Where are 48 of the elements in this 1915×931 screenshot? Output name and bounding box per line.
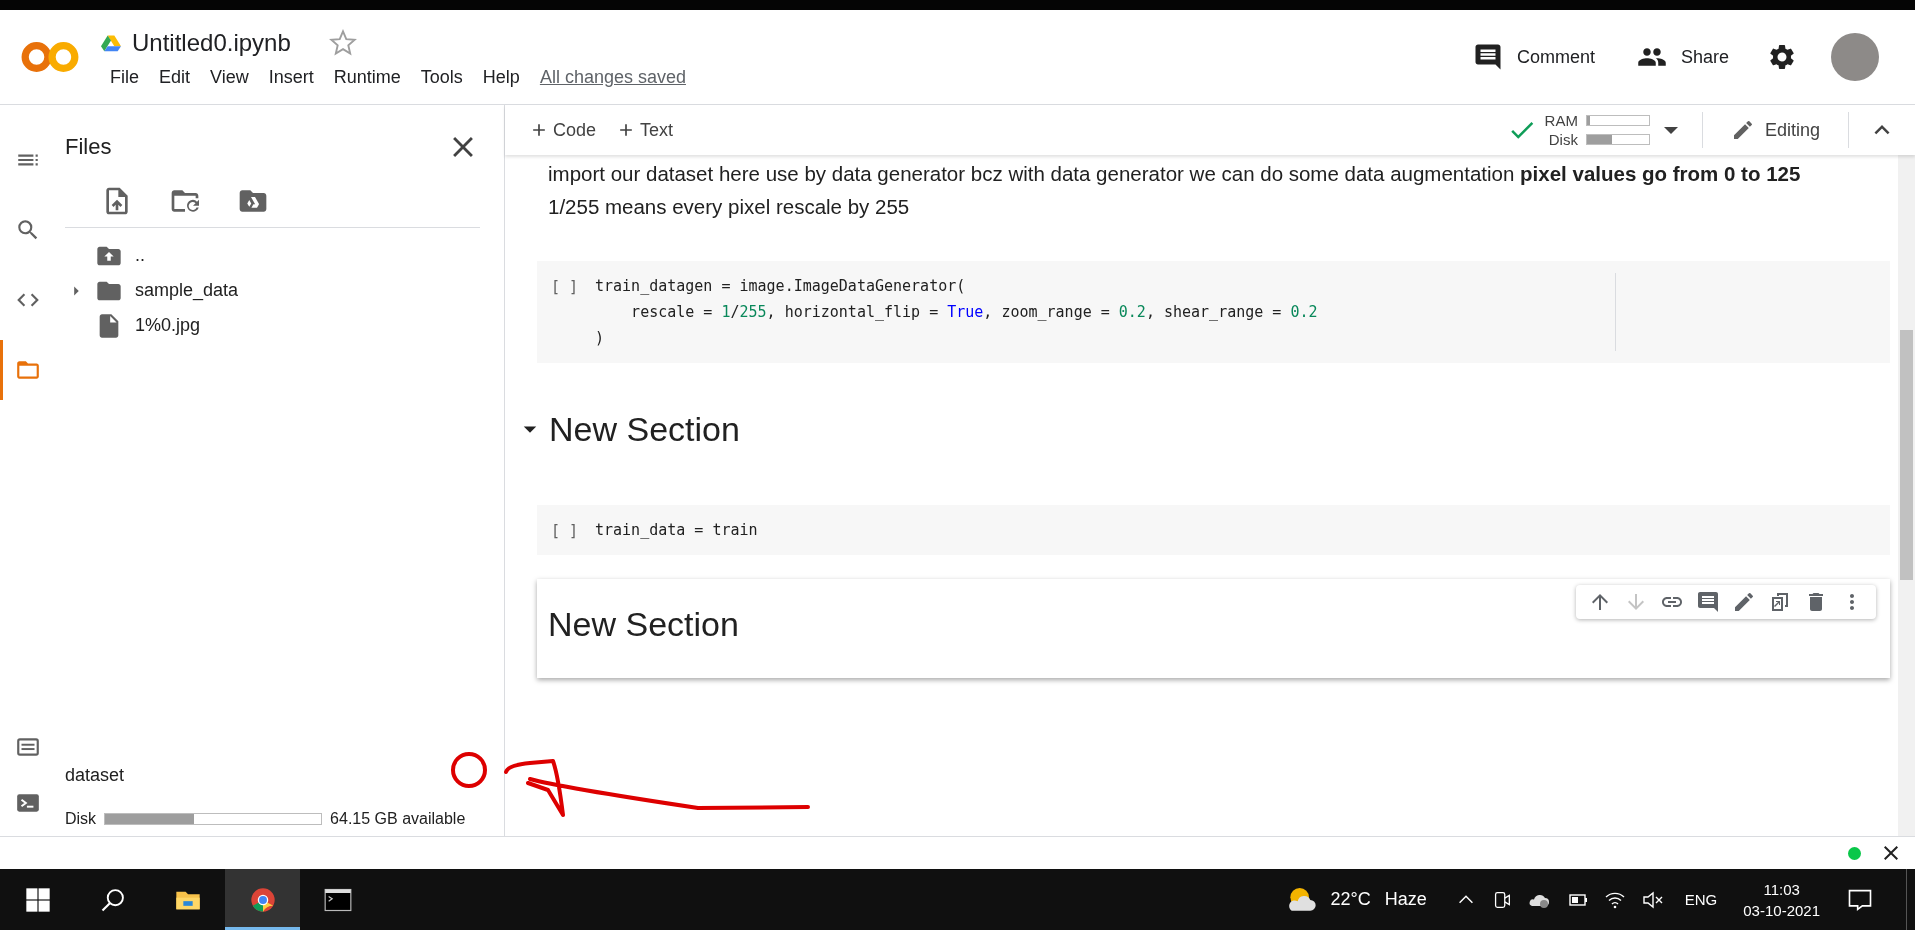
- menu-item[interactable]: Edit: [149, 64, 201, 90]
- menu-item[interactable]: File: [100, 64, 149, 90]
- section-heading: New Section: [548, 605, 740, 644]
- disk-label: Disk: [65, 810, 97, 828]
- save-status-link[interactable]: All changes saved: [539, 66, 686, 88]
- add-cell-button[interactable]: Code: [519, 115, 607, 145]
- browser-icon: [248, 885, 277, 914]
- code-cell[interactable]: [ ] train_data = train: [537, 505, 1890, 555]
- file-tree-item[interactable]: 1%0.jpg: [65, 308, 480, 343]
- resources-button[interactable]: RAM Disk: [1506, 112, 1684, 148]
- text-cell[interactable]: New Section: [537, 579, 1890, 678]
- windows-icon: [23, 885, 52, 914]
- menu-item[interactable]: Insert: [258, 64, 324, 90]
- share-button[interactable]: Share: [1632, 38, 1733, 76]
- menu-item[interactable]: View: [200, 64, 259, 90]
- star-icon[interactable]: [328, 28, 357, 57]
- taskbar-button[interactable]: [225, 869, 300, 930]
- avatar[interactable]: [1831, 33, 1879, 81]
- weather-temperature: 22°C: [1330, 889, 1371, 910]
- panel-title: Files: [65, 134, 112, 160]
- weather-condition: Haze: [1384, 889, 1427, 910]
- settings-icon[interactable]: [1767, 42, 1797, 72]
- clock[interactable]: 11:03 03-10-2021: [1743, 878, 1820, 921]
- comment-button[interactable]: Comment: [1468, 38, 1599, 76]
- section-heading: New Section: [549, 409, 740, 449]
- dropdown-icon: [1663, 126, 1678, 134]
- file-tree-item[interactable]: sample_data: [65, 273, 480, 308]
- menu-item[interactable]: Runtime: [323, 64, 411, 90]
- code-cell[interactable]: [ ] train_datagen = image.ImageDataGenerator( rescale = 1/255, horizontal_flip = True, zoom_range = 0.2, shear_range = 0.2 ): [537, 261, 1890, 363]
- code-line: ): [595, 328, 606, 349]
- run-cell-button[interactable]: [ ]: [551, 273, 595, 351]
- code-line: train_data = train: [595, 520, 758, 541]
- code-line: train_datagen = image.ImageDataGenerator(: [595, 276, 967, 297]
- markdown-text: import our dataset here use by data generator bcz with data generator we can do some data augmentation pixel values go from 0 to 125 1/255 means every pixel rescale by 255: [547, 161, 1802, 220]
- disk-reading: 64.15 GB available: [330, 810, 466, 828]
- language-indicator[interactable]: ENG: [1684, 891, 1718, 908]
- file-tree-item[interactable]: ..: [65, 238, 480, 273]
- folder-label: dataset: [65, 765, 126, 786]
- comment-icon[interactable]: [1696, 590, 1720, 614]
- menu-item[interactable]: Tools: [410, 64, 473, 90]
- add-cell-button[interactable]: Text: [606, 115, 684, 145]
- menu-item[interactable]: Help: [472, 64, 530, 90]
- mode-button[interactable]: Editing: [1720, 114, 1830, 146]
- code-line: rescale = 1/255, horizontal_flip = True, zoom_range = 0.2, shear_range = 0.2: [630, 302, 1319, 323]
- pencil-icon[interactable]: [1732, 590, 1756, 614]
- scrollbar-thumb[interactable]: [1900, 330, 1913, 580]
- run-cell-button[interactable]: [ ]: [551, 517, 595, 543]
- notebook-title[interactable]: Untitled0.ipynb: [132, 28, 291, 57]
